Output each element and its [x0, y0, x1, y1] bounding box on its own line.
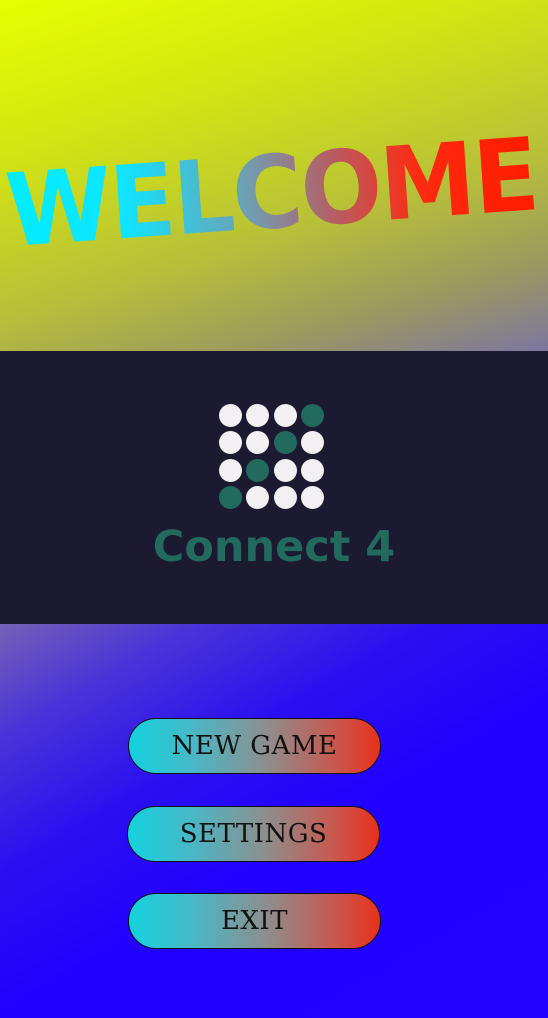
logo-dot-light [300, 431, 324, 455]
logo-dot-light [219, 404, 242, 427]
welcome-banner: WELCOME [0, 0, 548, 351]
logo-dot-dark [219, 485, 242, 509]
exit-button[interactable]: EXIT [128, 893, 381, 949]
logo-dot-light [219, 458, 242, 482]
logo-dot-light [246, 485, 270, 509]
logo-dot-light [246, 404, 270, 427]
logo-dot-dark [273, 431, 297, 455]
new-game-button[interactable]: NEW GAME [128, 718, 381, 774]
logo-dot-light [273, 458, 297, 482]
logo-dot-light [219, 431, 242, 455]
settings-button[interactable]: SETTINGS [127, 806, 380, 862]
welcome-text: WELCOME [2, 115, 541, 270]
logo-dot-dark [246, 458, 270, 482]
logo-dot-light [246, 431, 270, 455]
connect-four-logo-icon [219, 404, 331, 516]
app-title: Connect 4 [152, 522, 396, 572]
logo-dot-light [273, 485, 297, 509]
logo-dot-light [273, 404, 297, 427]
logo-dot-dark [300, 404, 324, 427]
welcome-title: WELCOME [2, 112, 541, 273]
logo-dot-light [300, 485, 324, 509]
logo-dot-light [300, 458, 324, 482]
